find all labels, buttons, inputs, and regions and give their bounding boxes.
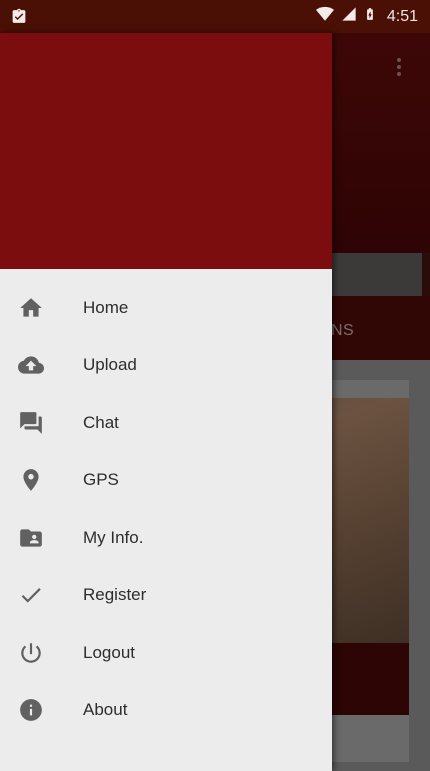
wifi-icon bbox=[315, 5, 335, 28]
chat-icon bbox=[17, 409, 45, 437]
clipboard-check-icon bbox=[10, 8, 28, 25]
menu-item-register[interactable]: Register bbox=[0, 567, 332, 625]
menu-item-about[interactable]: About bbox=[0, 682, 332, 740]
contact-folder-icon bbox=[17, 524, 45, 552]
info-icon bbox=[17, 696, 45, 724]
menu-item-label: Chat bbox=[83, 412, 119, 432]
status-bar: 4:51 bbox=[0, 0, 430, 33]
menu-item-label: GPS bbox=[83, 470, 119, 490]
screen: ONS 4:51 Home Upload Chat GPS My Info. R… bbox=[0, 0, 430, 771]
cloud-upload-icon bbox=[17, 351, 45, 379]
check-icon bbox=[17, 581, 45, 609]
menu-item-label: My Info. bbox=[83, 527, 144, 547]
menu-item-upload[interactable]: Upload bbox=[0, 337, 332, 395]
more-vert-icon[interactable] bbox=[388, 52, 410, 82]
menu-item-label: Upload bbox=[83, 355, 137, 375]
signal-icon bbox=[341, 6, 357, 27]
home-icon bbox=[17, 294, 45, 322]
drawer-header bbox=[0, 33, 332, 269]
menu-item-my-info[interactable]: My Info. bbox=[0, 509, 332, 567]
menu-item-logout[interactable]: Logout bbox=[0, 624, 332, 682]
power-icon bbox=[17, 639, 45, 667]
menu-item-chat[interactable]: Chat bbox=[0, 394, 332, 452]
navigation-drawer: Home Upload Chat GPS My Info. Register L… bbox=[0, 33, 332, 771]
status-time: 4:51 bbox=[386, 7, 418, 25]
menu-item-gps[interactable]: GPS bbox=[0, 452, 332, 510]
menu-item-home[interactable]: Home bbox=[0, 279, 332, 337]
menu-item-label: Home bbox=[83, 297, 129, 317]
menu-item-label: About bbox=[83, 700, 128, 720]
battery-charging-icon bbox=[363, 4, 377, 29]
menu-item-label: Logout bbox=[83, 642, 135, 662]
menu-item-label: Register bbox=[83, 585, 147, 605]
location-pin-icon bbox=[17, 466, 45, 494]
drawer-menu: Home Upload Chat GPS My Info. Register L… bbox=[0, 279, 332, 739]
